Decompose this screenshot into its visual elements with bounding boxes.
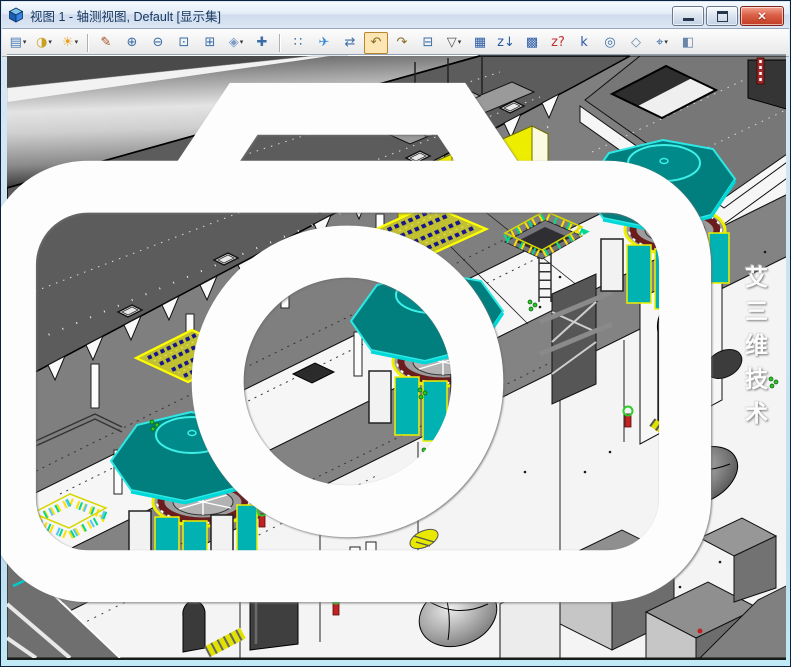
close-icon: ✕ [757, 10, 766, 23]
toolbar: ▤▾◑▾☀▾✎⊕⊖⊡⊞◈▾✚∷✈⇄↶↷⊟▽▾▦z↓▩z?k◎◇⌖▾◧ [2, 29, 789, 57]
tool-quick-key[interactable]: k [572, 32, 596, 54]
pan-icon: ✚ [257, 36, 268, 49]
zoom-in-icon: ⊕ [127, 36, 138, 49]
restore-icon [717, 11, 728, 22]
window-controls: ✕ [672, 6, 784, 26]
orbit-icon: ↶ [371, 36, 382, 49]
tool-zoom-in[interactable]: ⊕ [120, 32, 144, 54]
window-title: 视图 1 - 轴测视图, Default [显示集] [30, 6, 221, 25]
tool-fly[interactable]: ✈ [312, 32, 336, 54]
dropdown-arrow-icon[interactable]: ▾ [458, 39, 462, 46]
toolbar-separator [279, 34, 281, 52]
tool-display-sets[interactable]: ▤▾ [6, 32, 30, 54]
render-style-icon: ◑ [36, 36, 47, 49]
tool-orbit[interactable]: ↶ [364, 32, 388, 54]
tool-fit-view[interactable]: ⊞ [198, 32, 222, 54]
title-bar[interactable]: 视图 1 - 轴测视图, Default [显示集] ✕ [2, 2, 789, 29]
grid-display-icon: ▦ [474, 36, 486, 49]
tool-full-screen[interactable]: ⇄ [338, 32, 362, 54]
lighting-icon: ☀ [62, 36, 74, 49]
arrange-views-icon: ⊟ [423, 36, 434, 49]
tool-cube-outline[interactable]: ◇ [624, 32, 648, 54]
app-icon [8, 7, 24, 23]
restore-button[interactable] [706, 6, 738, 26]
tool-z-clip[interactable]: z↓ [494, 32, 518, 54]
tool-wireframe-mode[interactable]: ▽▾ [442, 32, 466, 54]
dropdown-arrow-icon[interactable]: ▾ [75, 39, 79, 46]
minimize-icon [683, 18, 694, 21]
tool-measure-tool[interactable]: ⌖▾ [650, 32, 674, 54]
model-scene [7, 55, 786, 658]
cube-outline-icon: ◇ [631, 36, 641, 49]
viewer-window: 视图 1 - 轴测视图, Default [显示集] ✕ ▤▾◑▾☀▾✎⊕⊖⊡⊞… [0, 0, 791, 667]
tool-free-orbit[interactable]: ↷ [390, 32, 414, 54]
hide-selection-icon: ◧ [682, 36, 694, 49]
measure-tool-icon: ⌖ [656, 36, 663, 49]
display-sets-icon: ▤ [10, 36, 22, 49]
tool-arrange-views[interactable]: ⊟ [416, 32, 440, 54]
quick-key-icon: k [580, 36, 588, 49]
find-items-icon: ◎ [604, 36, 615, 49]
wireframe-mode-icon: ▽ [447, 36, 457, 49]
tool-grid-display[interactable]: ▦ [468, 32, 492, 54]
full-screen-icon: ⇄ [345, 36, 356, 49]
fly-icon: ✈ [319, 36, 330, 49]
tool-view-cube[interactable]: ◈▾ [224, 32, 248, 54]
tool-zoom-out[interactable]: ⊖ [146, 32, 170, 54]
close-button[interactable]: ✕ [740, 6, 784, 26]
fit-view-icon: ⊞ [205, 36, 216, 49]
tool-render-style[interactable]: ◑▾ [32, 32, 56, 54]
tool-z-query[interactable]: z? [546, 32, 570, 54]
dropdown-arrow-icon[interactable]: ▾ [23, 39, 27, 46]
redraw-brush-icon: ✎ [101, 36, 112, 49]
tool-walk[interactable]: ∷ [286, 32, 310, 54]
free-orbit-icon: ↷ [397, 36, 408, 49]
tool-zoom-window[interactable]: ⊡ [172, 32, 196, 54]
tool-hide-selection[interactable]: ◧ [676, 32, 700, 54]
zoom-out-icon: ⊖ [153, 36, 164, 49]
tool-lighting[interactable]: ☀▾ [58, 32, 82, 54]
tool-pan[interactable]: ✚ [250, 32, 274, 54]
minimize-button[interactable] [672, 6, 704, 26]
toolbar-separator [87, 34, 89, 52]
review-zones-icon: ▩ [526, 36, 538, 49]
tool-redraw-brush[interactable]: ✎ [94, 32, 118, 54]
zoom-window-icon: ⊡ [179, 36, 190, 49]
z-clip-icon: z↓ [497, 36, 515, 49]
tool-find-items[interactable]: ◎ [598, 32, 622, 54]
dropdown-arrow-icon[interactable]: ▾ [664, 39, 668, 46]
dropdown-arrow-icon[interactable]: ▾ [240, 39, 244, 46]
z-query-icon: z? [551, 36, 565, 49]
tool-review-zones[interactable]: ▩ [520, 32, 544, 54]
viewport-3d[interactable]: 艾三维技术 [7, 54, 786, 660]
walk-icon: ∷ [294, 36, 302, 49]
dropdown-arrow-icon[interactable]: ▾ [48, 39, 52, 46]
view-cube-icon: ◈ [229, 36, 239, 49]
